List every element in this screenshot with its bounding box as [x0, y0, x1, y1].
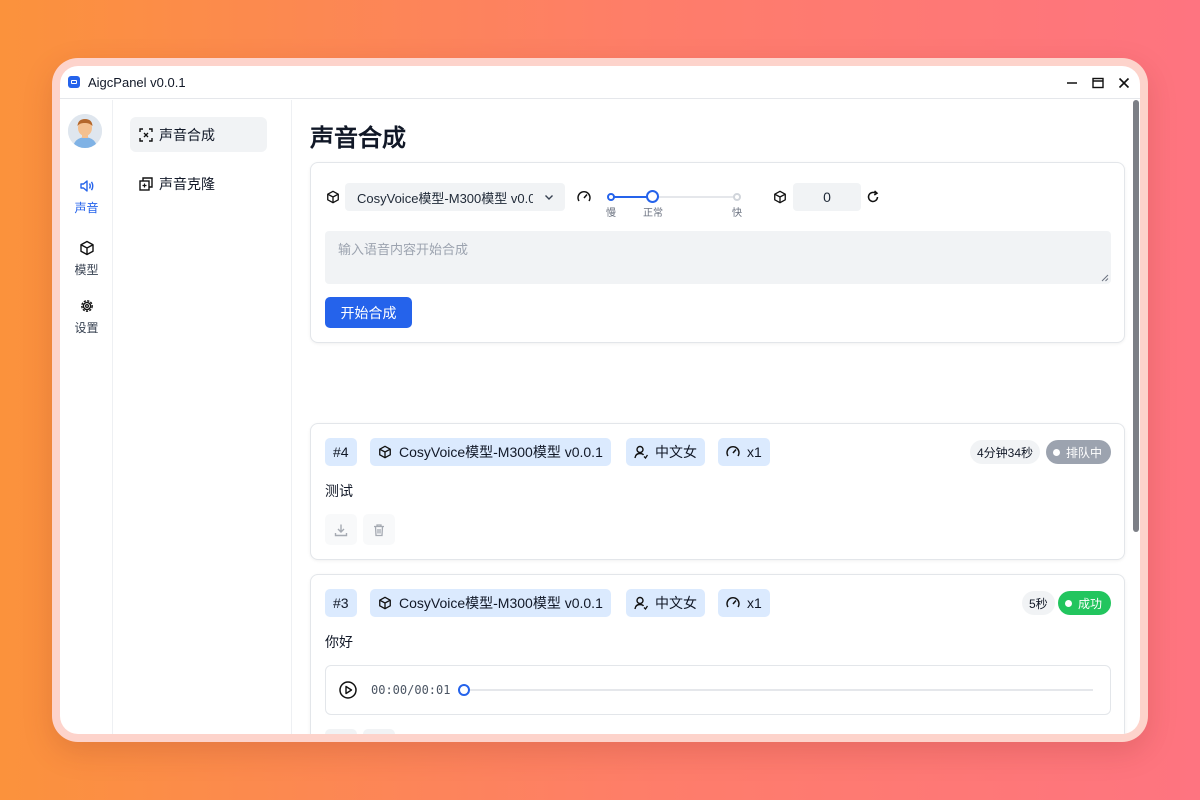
playback-time: 00:00/00:01	[371, 683, 451, 697]
speedometer-icon	[726, 597, 740, 608]
synthesis-form: CosyVoice模型-M300模型 v0.0.1 慢 正常 快 0 输入语音内…	[310, 162, 1125, 343]
slider-mark: 正常	[643, 208, 663, 219]
seed-input[interactable]: 0	[793, 183, 861, 211]
minimize-button[interactable]	[1066, 77, 1078, 89]
model-tag: CosyVoice模型-M300模型 v0.0.1	[370, 438, 611, 466]
app-title: AigcPanel v0.0.1	[88, 74, 186, 90]
cube-icon	[379, 445, 391, 459]
status-label: 排队中	[1066, 445, 1103, 460]
slider-stop	[607, 193, 615, 201]
status-label: 成功	[1078, 596, 1103, 611]
download-icon	[334, 524, 348, 536]
nav-item-label: 模型	[74, 263, 99, 277]
delete-button[interactable]	[363, 514, 395, 545]
speed-tag: x1	[718, 438, 770, 466]
speaker-name: 中文女	[655, 444, 697, 460]
nav-item-voice[interactable]: 声音	[60, 178, 113, 216]
speaker-name: 中文女	[655, 595, 697, 611]
speed-slider[interactable]: 慢 正常 快	[606, 187, 742, 219]
model-tag: CosyVoice模型-M300模型 v0.0.1	[370, 589, 611, 617]
status-dot	[1065, 599, 1072, 607]
avatar[interactable]	[68, 114, 102, 148]
download-button[interactable]	[325, 729, 357, 734]
speaker-tag: 中文女	[626, 438, 705, 466]
chevron-down-icon	[545, 195, 553, 200]
minimize-icon	[1067, 81, 1077, 84]
audio-player: 00:00/00:01	[325, 665, 1111, 715]
model-name: CosyVoice模型-M300模型 v0.0.1	[399, 595, 603, 611]
maximize-button[interactable]	[1092, 77, 1104, 89]
cube-icon	[327, 190, 339, 204]
task-card: #4 CosyVoice模型-M300模型 v0.0.1 中文女 x1 4分钟3…	[310, 423, 1125, 560]
nav-item-model[interactable]: 模型	[60, 240, 113, 278]
duration-badge: 4分钟34秒	[970, 440, 1041, 464]
scrollbar-thumb[interactable]	[1133, 100, 1139, 532]
slider-mark: 慢	[606, 208, 616, 219]
speedometer-icon	[726, 446, 740, 457]
app-window: AigcPanel v0.0.1 声音 模型 设置 声音合成 声音克隆 声音合成…	[60, 66, 1140, 734]
cube-icon	[79, 240, 94, 256]
duration-badge: 5秒	[1022, 591, 1055, 615]
trash-icon	[374, 523, 384, 536]
task-id-tag: #4	[325, 438, 357, 466]
slider-mark: 快	[732, 208, 742, 219]
text-input-placeholder: 输入语音内容开始合成	[338, 242, 469, 257]
user-icon	[634, 596, 648, 610]
playback-progress[interactable]	[458, 684, 1093, 696]
status-badge-queued: 排队中	[1046, 440, 1112, 464]
speaker-icon	[79, 180, 93, 192]
status-dot	[1053, 448, 1060, 456]
model-name: CosyVoice模型-M300模型 v0.0.1	[399, 444, 603, 460]
close-button[interactable]	[1118, 77, 1130, 89]
clone-icon	[139, 176, 153, 191]
task-text: 测试	[325, 483, 353, 499]
speedometer-icon	[577, 191, 591, 202]
refresh-icon[interactable]	[866, 190, 880, 204]
gear-icon	[80, 300, 93, 312]
subnav-item-clone[interactable]: 声音克隆	[130, 166, 267, 201]
model-select-value: CosyVoice模型-M300模型 v0.0.1	[357, 190, 533, 206]
speed-value: x1	[747, 595, 762, 611]
page-title: 声音合成	[310, 125, 406, 152]
playback-knob[interactable]	[458, 684, 470, 696]
task-text: 你好	[325, 634, 353, 650]
play-icon[interactable]	[338, 680, 358, 700]
secondary-nav: 声音合成 声音克隆	[114, 100, 292, 734]
nav-item-label: 声音	[74, 201, 99, 215]
task-id-tag: #3	[325, 589, 357, 617]
slider-stop	[733, 193, 741, 201]
cube-icon	[379, 596, 391, 610]
start-synthesis-button[interactable]: 开始合成	[325, 297, 412, 328]
status-badge-success: 成功	[1058, 591, 1112, 615]
nav-item-settings[interactable]: 设置	[60, 298, 113, 336]
speaker-tag: 中文女	[626, 589, 705, 617]
scrollbar[interactable]	[1130, 100, 1140, 734]
user-avatar-icon	[68, 114, 102, 148]
subnav-item-label: 声音合成	[159, 126, 215, 143]
text-input[interactable]: 输入语音内容开始合成	[325, 231, 1111, 284]
slider-handle[interactable]	[645, 190, 659, 203]
speed-value: x1	[747, 444, 762, 460]
app-logo-icon	[68, 76, 80, 88]
primary-nav: 声音 模型 设置	[60, 100, 113, 734]
subnav-item-synthesis[interactable]: 声音合成	[130, 117, 267, 152]
scan-icon	[139, 127, 153, 142]
delete-button[interactable]	[363, 729, 395, 734]
model-select[interactable]: CosyVoice模型-M300模型 v0.0.1	[345, 183, 565, 211]
task-id: #4	[333, 444, 349, 460]
subnav-item-label: 声音克隆	[159, 175, 215, 192]
main-content: 声音合成 CosyVoice模型-M300模型 v0.0.1 慢 正常 快 0 …	[293, 100, 1140, 734]
title-bar: AigcPanel v0.0.1	[60, 66, 1140, 99]
speed-tag: x1	[718, 589, 770, 617]
window-controls	[1066, 66, 1130, 99]
close-icon	[1118, 77, 1130, 88]
task-id: #3	[333, 595, 349, 611]
task-card: #3 CosyVoice模型-M300模型 v0.0.1 中文女 x1 5秒 成…	[310, 574, 1125, 734]
download-button[interactable]	[325, 514, 357, 545]
cube-icon	[774, 190, 786, 204]
resize-grip-icon[interactable]	[1101, 274, 1109, 282]
nav-item-label: 设置	[74, 321, 99, 335]
user-icon	[634, 445, 648, 459]
maximize-icon	[1092, 77, 1104, 88]
